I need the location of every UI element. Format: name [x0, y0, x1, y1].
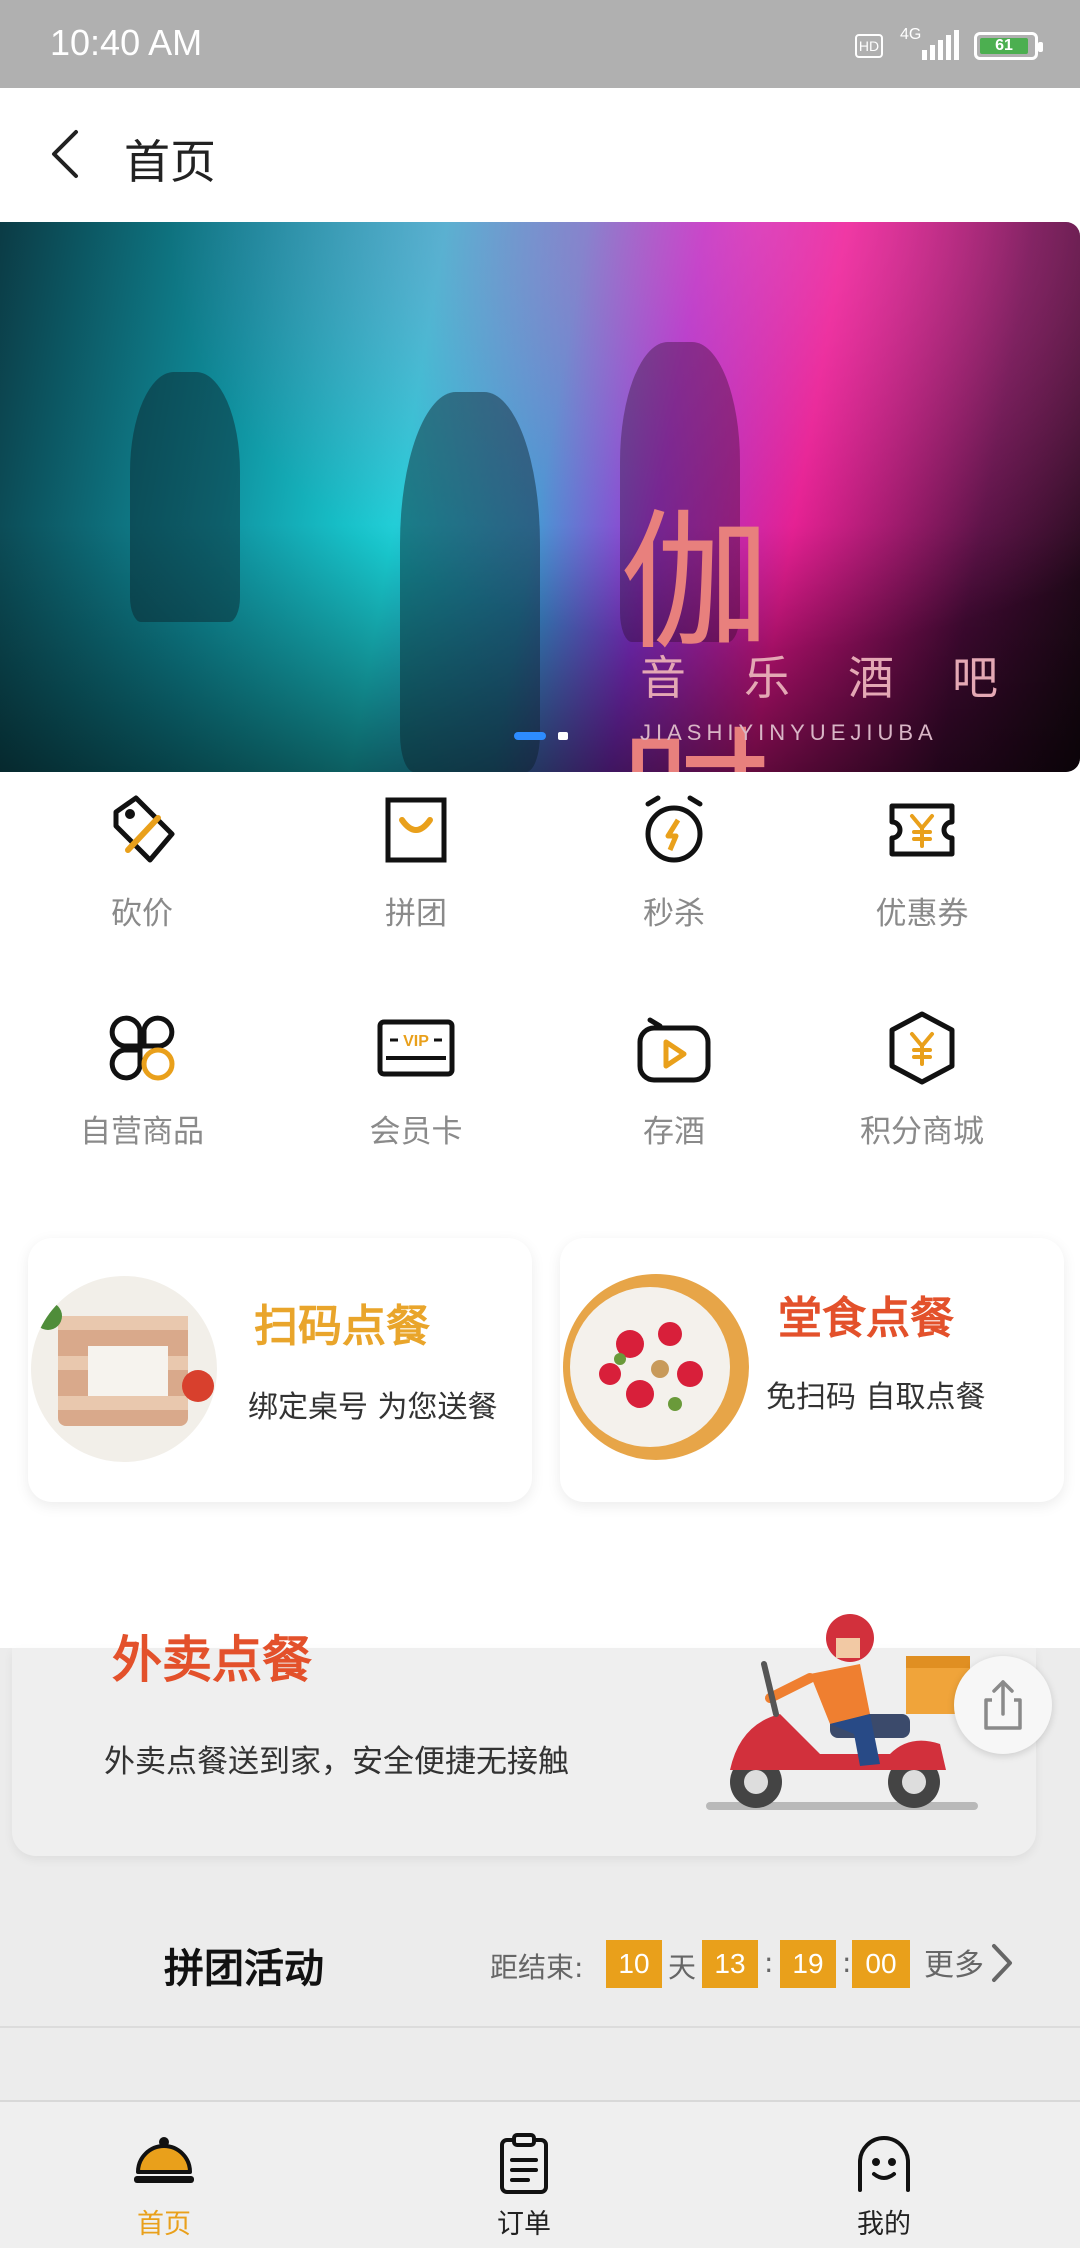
feature-label: 存酒	[643, 1114, 705, 1150]
scan-order-title: 扫码点餐	[254, 1301, 430, 1352]
home-dome-icon	[134, 2137, 194, 2183]
countdown-colon: :	[842, 1946, 852, 1979]
feature-group-buy[interactable]: 拼团	[316, 790, 516, 933]
feature-label: 秒杀	[643, 896, 705, 932]
battery-level: 61	[980, 38, 1028, 54]
alarm-clock-icon	[645, 795, 703, 863]
sandwich-photo	[31, 1276, 217, 1462]
tab-orders[interactable]: 订单	[454, 2132, 594, 2241]
tab-home[interactable]: 首页	[94, 2132, 234, 2241]
countdown-minutes: 19	[780, 1940, 836, 1988]
chevron-right-icon[interactable]	[986, 1940, 1016, 1986]
countdown-day-unit: 天	[668, 1951, 697, 1984]
feature-label: 会员卡	[369, 1114, 463, 1150]
play-box-icon	[637, 1017, 711, 1083]
bottom-tab-bar: 首页 订单 我的	[0, 2100, 1080, 2248]
tab-label: 我的	[857, 2209, 911, 2240]
profile-face-icon	[858, 2136, 910, 2192]
price-tag-icon	[113, 795, 175, 863]
tab-label: 首页	[137, 2209, 191, 2240]
dine-in-title: 堂食点餐	[778, 1293, 954, 1344]
delivery-title: 外卖点餐	[112, 1631, 312, 1689]
status-time: 10:40 AM	[50, 22, 203, 63]
tab-label: 订单	[497, 2209, 551, 2240]
scan-order-desc: 绑定桌号 为您送餐	[248, 1390, 498, 1425]
feature-label: 积分商城	[860, 1114, 984, 1150]
hd-icon: HD	[855, 34, 883, 58]
yen-hexagon-icon	[889, 1011, 955, 1085]
signal-icon	[922, 30, 959, 60]
tab-profile[interactable]: 我的	[814, 2132, 954, 2241]
back-arrow-icon[interactable]	[40, 124, 100, 184]
feature-flash-sale[interactable]: 秒杀	[574, 790, 774, 933]
feature-label: 优惠券	[875, 896, 969, 932]
banner-subtitle: 音乐酒吧	[640, 651, 1056, 705]
clover-icon	[109, 1015, 175, 1081]
more-link[interactable]: 更多	[924, 1940, 984, 1984]
countdown-seconds: 00	[852, 1940, 910, 1988]
delivery-desc: 外卖点餐送到家，安全便捷无接触	[104, 1744, 569, 1780]
feature-self-products[interactable]: 自营商品	[42, 1008, 242, 1151]
dine-in-desc: 免扫码 自取点餐	[766, 1380, 986, 1415]
countdown-label: 距结束:	[490, 1951, 584, 1984]
scan-order-card[interactable]: 扫码点餐 绑定桌号 为您送餐	[28, 1238, 532, 1502]
feature-label: 砍价	[111, 896, 173, 932]
countdown-hours: 13	[702, 1940, 758, 1988]
header: 首页	[0, 88, 1080, 220]
countdown-colon: :	[764, 1946, 774, 1979]
feature-label: 拼团	[385, 896, 447, 932]
clipboard-icon	[500, 2133, 548, 2194]
page-title: 首页	[124, 135, 216, 189]
feature-label: 自营商品	[80, 1114, 204, 1150]
banner-english: JIASHIYINYUEJIUBA	[640, 720, 938, 745]
dine-in-card[interactable]: 堂食点餐 免扫码 自取点餐	[560, 1238, 1064, 1502]
svg-text:VIP: VIP	[403, 1033, 429, 1050]
share-button[interactable]	[954, 1656, 1052, 1754]
section-divider	[0, 2026, 1080, 2028]
feature-bargain[interactable]: 砍价	[42, 790, 242, 933]
share-icon	[984, 1680, 1022, 1730]
banner-carousel[interactable]: 伽时 音乐酒吧 JIASHIYINYUEJIUBA	[0, 222, 1080, 772]
vip-card-icon: VIP	[377, 1019, 455, 1077]
battery-icon: 61	[974, 32, 1043, 60]
countdown-days: 10	[606, 1940, 662, 1988]
delivery-scooter-illustration	[706, 1614, 978, 1810]
feature-store-wine[interactable]: 存酒	[574, 1008, 774, 1151]
shopping-bag-icon	[385, 797, 447, 863]
network-type: 4G	[900, 26, 922, 43]
coupon-icon	[889, 803, 955, 857]
group-buy-title: 拼团活动	[164, 1946, 324, 1992]
fruit-bowl-photo	[563, 1274, 749, 1460]
status-bar: 10:40 AM HD 4G 61	[0, 0, 1080, 88]
feature-member-card[interactable]: VIP 会员卡	[316, 1008, 516, 1151]
feature-coupon[interactable]: 优惠券	[822, 790, 1022, 933]
feature-points-mall[interactable]: 积分商城	[822, 1008, 1022, 1151]
